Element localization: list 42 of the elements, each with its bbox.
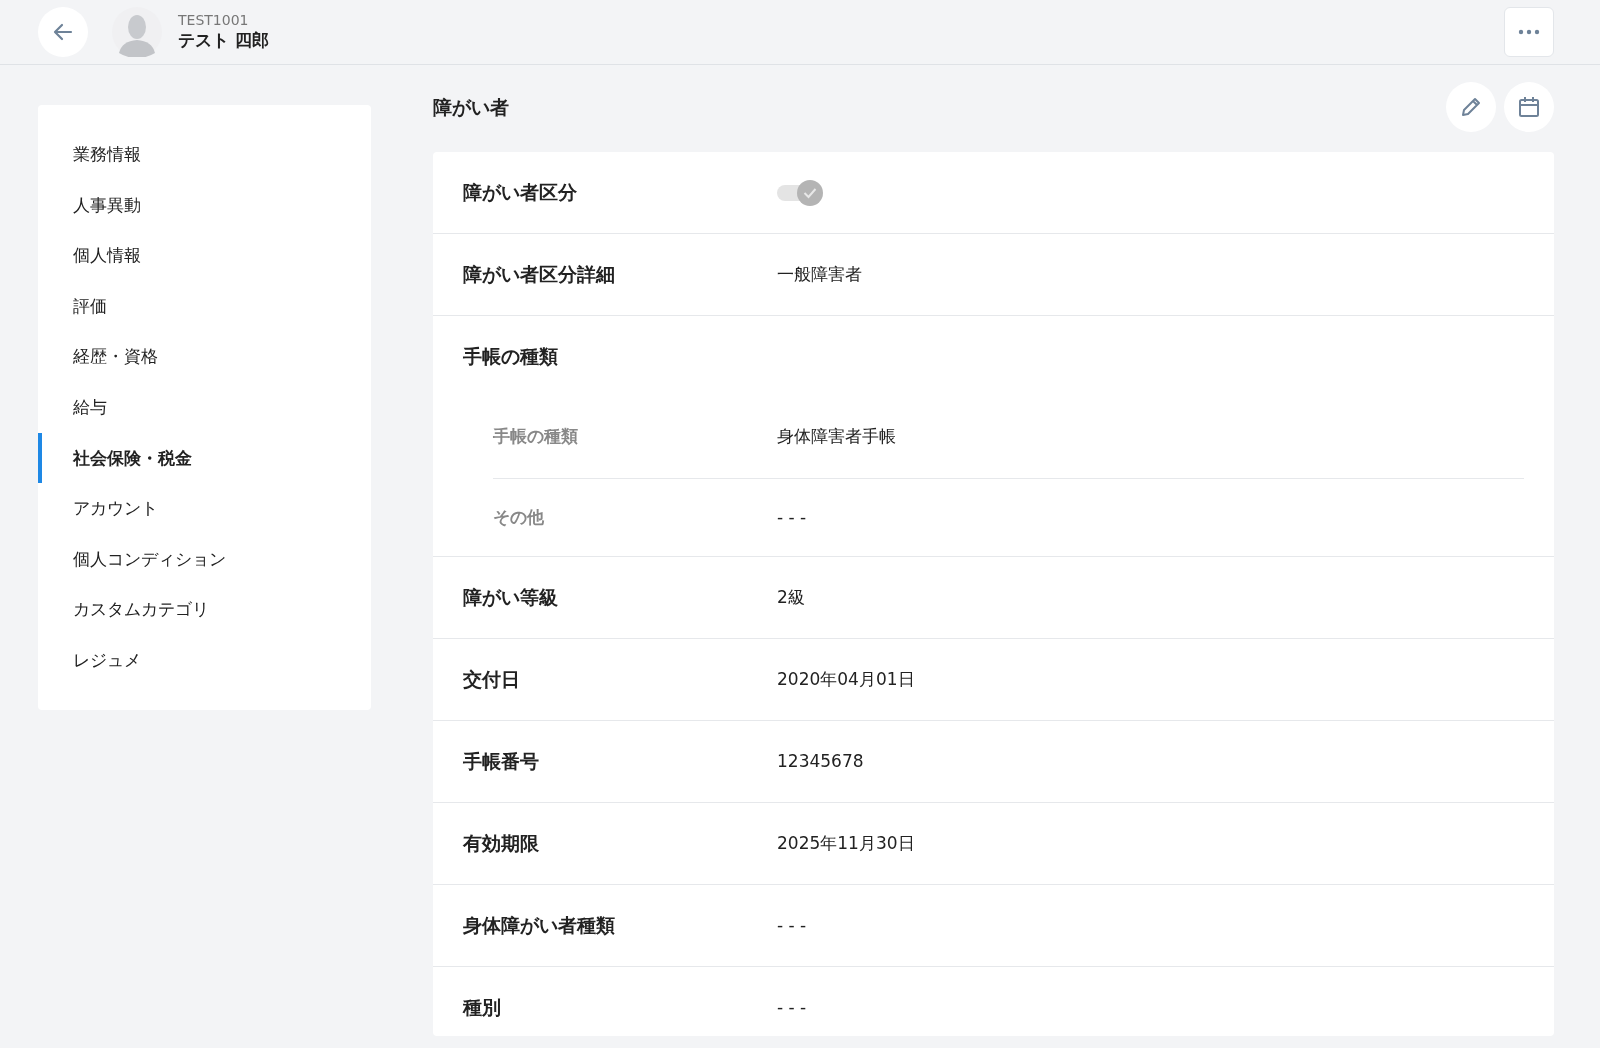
sidebar-item[interactable]: 社会保険・税金 (38, 432, 371, 484)
field-value: 身体障害者手帳 (777, 425, 896, 449)
field-label: 手帳の種類 (493, 425, 579, 449)
field-label: 手帳番号 (463, 749, 540, 775)
field-label: 種別 (463, 995, 502, 1021)
edit-button[interactable] (1446, 82, 1496, 132)
sidebar-item[interactable]: 経歴・資格 (38, 331, 371, 382)
section-title: 障がい者 (433, 94, 509, 120)
sidebar-item[interactable]: カスタムカテゴリ (38, 584, 371, 635)
field-label: 障がい者区分詳細 (463, 262, 616, 288)
sidebar-item[interactable]: 個人コンディション (38, 533, 371, 585)
employee-code: TEST1001 (178, 13, 250, 29)
field-value: 2020年04月01日 (777, 667, 915, 691)
field-value: - - - (777, 505, 807, 529)
sidebar-item[interactable]: 業務情報 (38, 129, 371, 180)
field-value: 一般障害者 (777, 262, 862, 286)
field-label: 有効期限 (463, 831, 540, 857)
group-label: 手帳の種類 (463, 343, 559, 369)
field-label: 交付日 (463, 667, 521, 693)
field-value: 2級 (777, 585, 805, 609)
field-value: - - - (777, 913, 807, 937)
field-value: 2025年11月30日 (777, 831, 915, 855)
field-value: 12345678 (777, 749, 864, 773)
pencil-icon (1460, 96, 1482, 118)
field-label: その他 (493, 505, 545, 529)
sidebar-item[interactable]: 給与 (38, 381, 371, 433)
field-label: 障がい等級 (463, 585, 559, 611)
calendar-button[interactable] (1504, 82, 1554, 132)
sidebar-item[interactable]: アカウント (38, 483, 371, 534)
sidebar-item[interactable]: 評価 (38, 280, 371, 332)
field-value: - - - (777, 995, 807, 1019)
more-icon (1518, 29, 1540, 35)
field-label: 身体障がい者種類 (463, 913, 616, 939)
sidebar-item[interactable]: レジュメ (38, 634, 371, 686)
check-icon (803, 186, 817, 199)
back-button[interactable] (38, 7, 88, 57)
back-arrow-icon (52, 21, 74, 43)
employee-name: テスト 四郎 (178, 28, 269, 51)
calendar-icon (1518, 96, 1540, 118)
sidebar-item[interactable]: 個人情報 (38, 230, 371, 281)
sidebar-item[interactable]: 人事異動 (38, 179, 371, 231)
field-label: 障がい者区分 (463, 180, 578, 206)
